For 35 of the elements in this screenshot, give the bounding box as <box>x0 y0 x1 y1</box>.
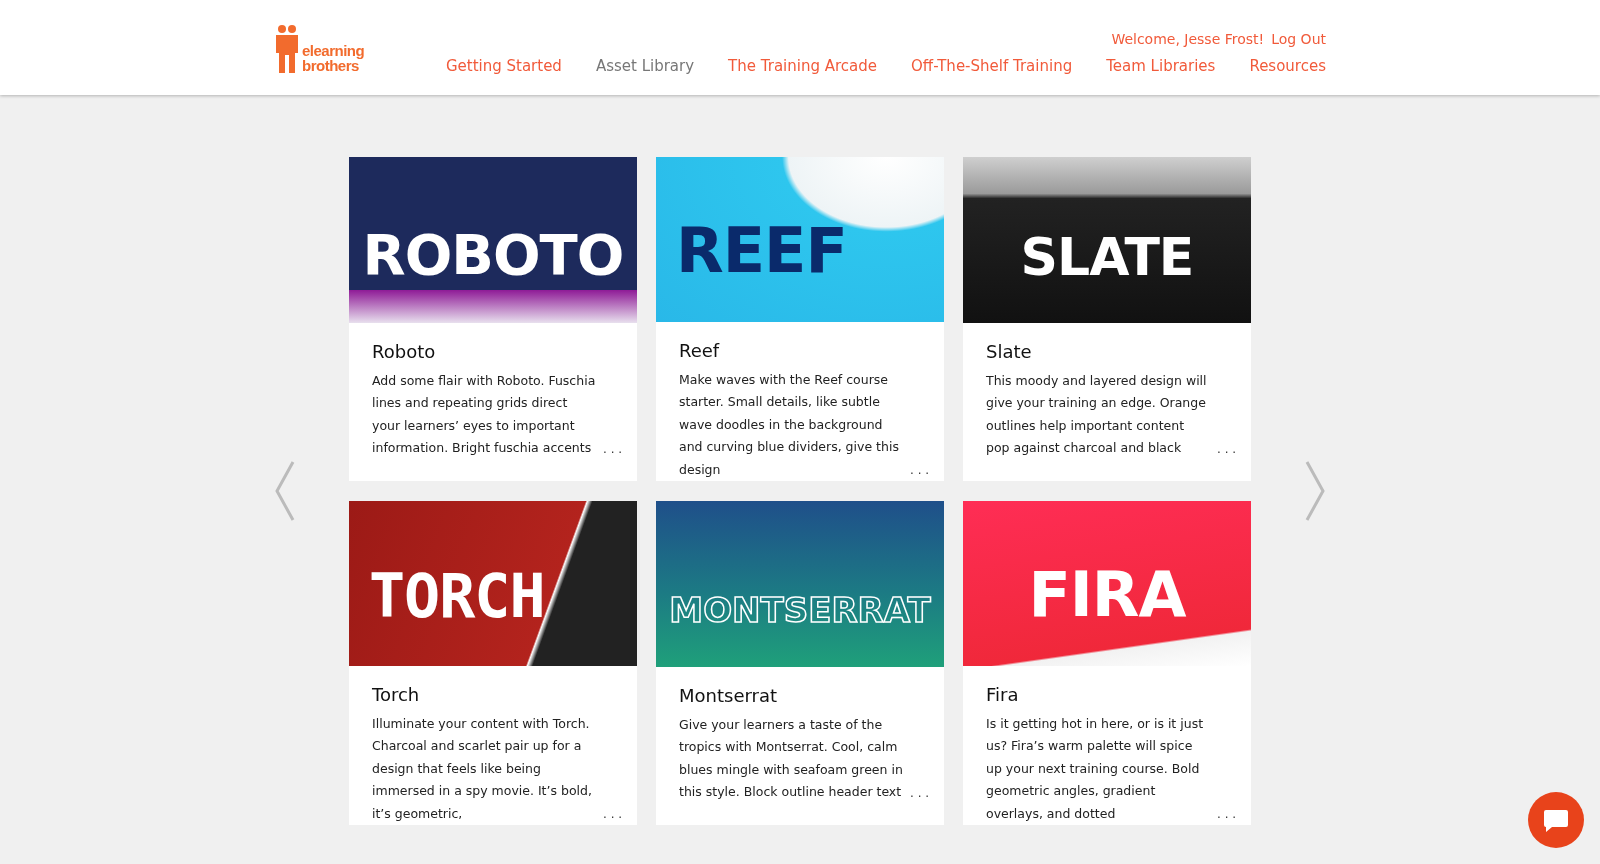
banner-title: REEF <box>676 219 847 282</box>
card-title: Montserrat <box>679 685 779 706</box>
banner-title: FIRA <box>1028 563 1186 626</box>
card-description: Is it getting hot in here, or is it just us? Fira’s warm palette will spice up your next training course. Bold geometric angles, gradient overlays, and dotted <box>986 714 1205 823</box>
more-ellipsis[interactable]: . . . <box>910 459 930 481</box>
card-title: Roboto <box>372 341 437 362</box>
template-card[interactable]: REEF Reef Make waves with the Reef course starter. Small details, like subtle wave doodles in the background and curving blue dividers, give this design . . . <box>656 157 944 481</box>
card-title: Reef <box>679 339 721 361</box>
card-title: Fira <box>986 683 1020 705</box>
people-figures-icon <box>274 22 300 73</box>
logo-text: elearning brothers <box>302 42 365 73</box>
card-title: Slate <box>986 341 1033 362</box>
card-title: Torch <box>372 683 421 705</box>
chat-button[interactable] <box>1528 792 1584 848</box>
template-card[interactable]: FIRA Fira Is it getting hot in here, or is it just us? Fira’s warm palette will spice up your next training course. Bold geometric angles, gradient overlays, and dotted . . . <box>963 501 1251 825</box>
template-card[interactable]: SLATE Slate This moody and layered design will give your training an edge. Orange outlines help important content pop against charcoal and black . . . <box>963 157 1251 481</box>
template-card[interactable]: ROBOTO Roboto Add some flair with Roboto. Fuschia lines and repeating grids direct your learners’ eyes to important information. Bright fuschia accents . . . <box>349 157 637 481</box>
card-description: Give your learners a taste of the tropics with Montserrat. Cool, calm blues mingle with seafoam green in this style. Block outline header text <box>679 716 904 802</box>
more-ellipsis[interactable]: . . . <box>1217 803 1237 825</box>
more-ellipsis[interactable]: . . . <box>910 781 930 804</box>
card-description: Add some flair with Roboto. Fuschia lines and repeating grids direct your learners’ eyes to important information. Bright fuschia accents <box>372 372 597 458</box>
banner-title: SLATE <box>1020 231 1194 283</box>
template-card[interactable]: TORCH Torch Illuminate your content with Torch. Charcoal and scarlet pair up for a design that feels like being immersed in a spy movie. It’s bold, it’s geometric, . . . <box>349 501 637 825</box>
card-description: Illuminate your content with Torch. Charcoal and scarlet pair up for a design that feels like being immersed in a spy movie. It’s bold, it’s geometric, <box>372 714 593 823</box>
banner-title: TORCH <box>369 565 545 626</box>
card-description: This moody and layered design will give your training an edge. Orange outlines help important content pop against charcoal and black <box>986 372 1208 458</box>
card-description: Make waves with the Reef course starter. Small details, like subtle wave doodles in the background and curving blue dividers, give this design <box>679 370 900 479</box>
welcome-text: Welcome, Jesse Frost! <box>1111 30 1265 47</box>
banner-title: MONTSERRAT <box>669 593 931 627</box>
more-ellipsis[interactable]: . . . <box>603 803 623 825</box>
nav-link[interactable]: Asset Library <box>595 56 695 75</box>
banner-title: ROBOTO <box>362 227 624 283</box>
more-ellipsis[interactable]: . . . <box>603 437 623 460</box>
more-ellipsis[interactable]: . . . <box>1217 437 1237 460</box>
template-card[interactable]: MONTSERRAT Montserrat Give your learners a taste of the tropics with Montserrat. Cool, calm blues mingle with seafoam green in this style. Block outline header text . . . <box>656 501 944 825</box>
